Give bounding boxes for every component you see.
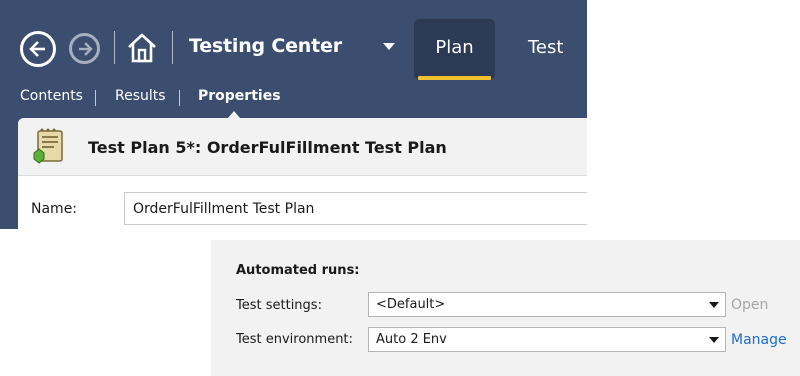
forward-button[interactable] (69, 33, 100, 64)
test-environment-label: Test environment: (236, 332, 353, 347)
subnav-properties[interactable]: Properties (198, 88, 281, 104)
page-title: Test Plan 5*: OrderFulFillment Test Plan (88, 138, 447, 157)
hub-title[interactable]: Testing Center (189, 35, 342, 57)
name-field[interactable] (124, 192, 587, 225)
home-icon (128, 33, 156, 63)
dropdown-icon[interactable] (383, 43, 395, 50)
automated-runs-panel: Automated runs: Test settings: <Default>… (211, 240, 800, 376)
manage-link[interactable]: Manage (731, 332, 787, 348)
subnav-contents[interactable]: Contents (20, 88, 83, 104)
subnav-separator (179, 90, 180, 106)
nav-separator (172, 31, 173, 64)
test-environment-select[interactable]: Auto 2 Env (368, 327, 726, 352)
testing-center-window: Testing Center Plan Test Contents Result… (0, 0, 587, 229)
nav-separator (114, 31, 115, 64)
home-button[interactable] (126, 32, 158, 64)
test-environment-value: Auto 2 Env (376, 332, 447, 347)
forward-icon (78, 41, 93, 56)
chevron-down-icon (709, 337, 719, 343)
subnav-results[interactable]: Results (115, 88, 166, 104)
test-plan-icon (33, 128, 63, 164)
open-link[interactable]: Open (731, 297, 768, 313)
tab-plan-label: Plan (435, 37, 474, 58)
plan-header: Test Plan 5*: OrderFulFillment Test Plan (18, 118, 587, 176)
back-button[interactable] (20, 31, 56, 67)
navigation-bar: Testing Center Plan Test (0, 0, 587, 84)
automated-runs-heading: Automated runs: (236, 263, 360, 278)
tab-selected-indicator (418, 76, 491, 80)
test-settings-value: <Default> (376, 297, 446, 312)
name-label: Name: (31, 201, 78, 217)
back-icon (29, 41, 45, 57)
plan-properties-card: Test Plan 5*: OrderFulFillment Test Plan… (18, 118, 587, 229)
tab-test[interactable]: Test (528, 37, 563, 58)
test-settings-select[interactable]: <Default> (368, 292, 726, 317)
tab-plan[interactable]: Plan (414, 18, 495, 80)
chevron-down-icon (709, 302, 719, 308)
subnav-separator (95, 90, 96, 106)
test-settings-label: Test settings: (236, 298, 322, 313)
selected-caret (228, 111, 240, 118)
